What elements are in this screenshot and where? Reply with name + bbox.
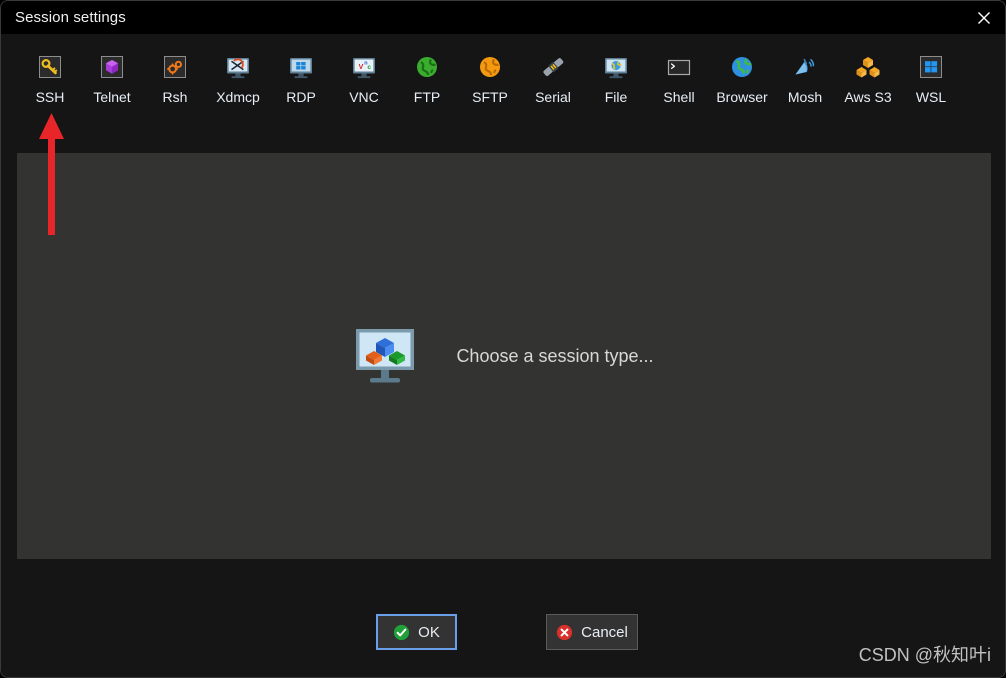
session-settings-dialog: Session settings SSH Telnet Rsh Xdmcp RD… xyxy=(0,0,1006,678)
monitor-cubes-icon xyxy=(354,327,420,385)
watermark-text: CSDN @秋知叶i xyxy=(858,645,991,665)
session-type-vnc[interactable]: V n c VNC xyxy=(328,51,400,105)
session-type-label: Shell xyxy=(663,89,695,105)
session-type-rsh[interactable]: Rsh xyxy=(139,51,211,105)
empty-state-text: Choose a session type... xyxy=(456,345,654,366)
svg-text:c: c xyxy=(367,64,371,71)
session-type-label: Mosh xyxy=(787,89,823,105)
session-type-mosh[interactable]: Mosh xyxy=(769,51,841,105)
orange-globe-icon xyxy=(474,51,506,83)
session-type-aws-s3[interactable]: Aws S3 xyxy=(832,51,904,105)
windows-logo-icon xyxy=(915,51,947,83)
session-type-label: Xdmcp xyxy=(216,89,260,105)
cancel-button[interactable]: Cancel xyxy=(546,614,638,650)
session-type-label: File xyxy=(604,89,628,105)
session-type-label: Telnet xyxy=(93,89,131,105)
ok-button-label: OK xyxy=(418,623,440,641)
session-type-serial[interactable]: Serial xyxy=(517,51,589,105)
session-settings-content-panel: Choose a session type... xyxy=(17,153,991,559)
session-type-shell[interactable]: Shell xyxy=(643,51,715,105)
dialog-footer: OK Cancel xyxy=(1,559,1005,677)
serial-plug-icon xyxy=(537,51,569,83)
session-type-label: VNC xyxy=(349,89,379,105)
session-type-label: Browser xyxy=(716,89,768,105)
satellite-dish-icon xyxy=(789,51,821,83)
windows-monitor-icon xyxy=(285,51,317,83)
cancel-button-label: Cancel xyxy=(581,623,628,641)
session-type-xdmcp[interactable]: Xdmcp xyxy=(202,51,274,105)
session-type-label: WSL xyxy=(915,89,947,105)
session-type-telnet[interactable]: Telnet xyxy=(76,51,148,105)
purple-cube-icon xyxy=(96,51,128,83)
empty-state: Choose a session type... xyxy=(17,327,991,385)
session-type-label: Aws S3 xyxy=(844,89,892,105)
vnc-monitor-icon: V n c xyxy=(348,51,380,83)
session-type-sftp[interactable]: SFTP xyxy=(454,51,526,105)
green-check-icon xyxy=(393,624,410,641)
aws-cubes-icon xyxy=(852,51,884,83)
session-type-label: Rsh xyxy=(162,89,188,105)
page-title: Session settings xyxy=(15,9,126,26)
session-type-label: SFTP xyxy=(472,89,508,105)
session-type-file[interactable]: File xyxy=(580,51,652,105)
ok-button[interactable]: OK xyxy=(376,614,457,650)
svg-text:V: V xyxy=(359,64,364,71)
monitor-x-icon xyxy=(222,51,254,83)
file-monitor-icon xyxy=(600,51,632,83)
session-type-browser[interactable]: Browser xyxy=(706,51,778,105)
close-button[interactable] xyxy=(961,1,1005,34)
session-type-label: FTP xyxy=(413,89,441,105)
gears-icon xyxy=(159,51,191,83)
title-bar: Session settings xyxy=(1,1,1005,34)
key-icon xyxy=(34,51,66,83)
session-type-ftp[interactable]: FTP xyxy=(391,51,463,105)
session-type-label: RDP xyxy=(286,89,316,105)
blue-globe-icon xyxy=(726,51,758,83)
session-type-label: Serial xyxy=(535,89,571,105)
session-type-toolbar: SSH Telnet Rsh Xdmcp RDP V n c VNC FTP S… xyxy=(1,34,1005,120)
session-type-wsl[interactable]: WSL xyxy=(895,51,967,105)
red-x-icon xyxy=(556,624,573,641)
green-globe-icon xyxy=(411,51,443,83)
session-type-rdp[interactable]: RDP xyxy=(265,51,337,105)
close-icon xyxy=(976,10,992,26)
session-type-label: SSH xyxy=(35,89,65,105)
terminal-icon xyxy=(663,51,695,83)
